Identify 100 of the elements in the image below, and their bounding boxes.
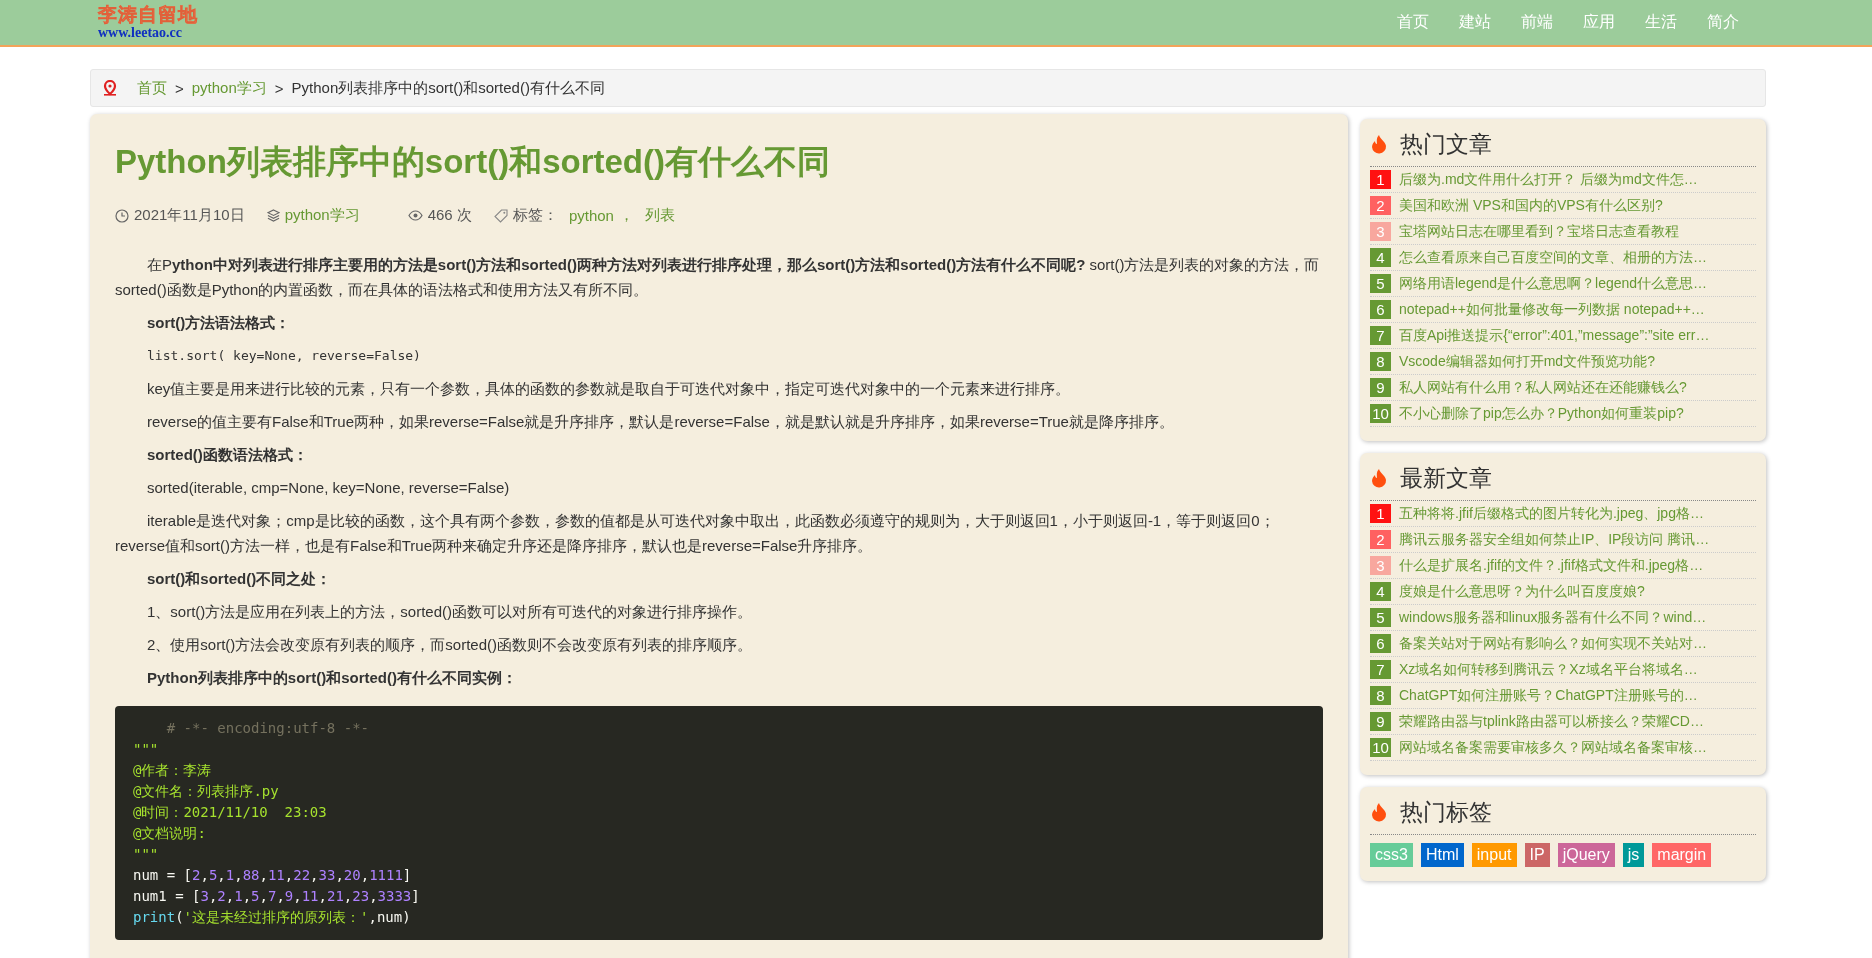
code-line: num1 = [3,2,1,5,7,9,11,21,23,3333] — [133, 887, 421, 906]
tag-chip[interactable]: margin — [1652, 843, 1712, 867]
rank-number: 2 — [1370, 196, 1391, 215]
paragraph: reverse的值主要有False和True两种，如果reverse=False就是升序排序，默认是reverse=False，就是默认就是升序排序，如果reverse=True就是降序排序。 — [146, 412, 1175, 432]
nav-link[interactable]: 建站 — [1444, 12, 1506, 33]
paragraph: 2、使用sort()方法会改变原有列表的顺序，而sorted()函数则不会改变原有列表的排序顺序。 — [146, 635, 754, 655]
tag-link[interactable]: 列表 — [644, 206, 675, 225]
article-link[interactable]: 2 美国和欧洲 VPS和国内的VPS有什么区别? — [1370, 193, 1756, 219]
flame-icon — [1370, 801, 1388, 824]
breadcrumb-current: Python列表排序中的sort()和sorted()有什么不同 — [291, 78, 605, 98]
rank-number: 1 — [1370, 504, 1391, 523]
nav-link[interactable]: 前端 — [1506, 12, 1568, 33]
paragraph: 1、sort()方法是应用在列表上的方法，sorted()函数可以对所有可迭代的对象进行排序操作。 — [146, 602, 754, 622]
section-heading: sorted()函数语法格式： — [146, 445, 309, 465]
breadcrumb-link[interactable]: python学习 — [191, 78, 267, 98]
code-line: print('这是未经过排序的原列表：',num) — [133, 908, 412, 927]
article-link[interactable]: 9 荣耀路由器与tplink路由器可以桥接么？荣耀CD… — [1370, 709, 1756, 735]
section-heading: Python列表排序中的sort()和sorted()有什么不同实例： — [146, 668, 518, 688]
section-heading: sort()方法语法格式： — [146, 313, 292, 333]
rank-number: 8 — [1370, 686, 1391, 705]
post-date: 2021年11月10日 — [134, 206, 245, 225]
article-link[interactable]: 3 宝塔网站日志在哪里看到？宝塔日志查看教程 — [1370, 219, 1756, 245]
widget-title: 热门文章 — [1400, 130, 1492, 159]
code-line: """ — [133, 845, 160, 864]
nav-link[interactable]: 简介 — [1692, 12, 1754, 33]
article-link[interactable]: 10 网站域名备案需要审核多久？网站域名备案审核… — [1370, 735, 1756, 761]
rank-number: 4 — [1370, 582, 1391, 601]
code-line: """ — [133, 740, 160, 759]
nav-link[interactable]: 生活 — [1630, 12, 1692, 33]
widget-title: 热门标签 — [1400, 798, 1492, 827]
tag-chip[interactable]: IP — [1524, 843, 1550, 867]
article-link[interactable]: 6 notepad++如何批量修改每一列数据 notepad++… — [1370, 297, 1756, 323]
clock-icon — [115, 208, 129, 223]
eye-icon — [407, 210, 423, 221]
paragraph: 在Python中对列表进行排序主要用的方法是sort()方法和sorted()两种方法对列表进行排序处理，那么sort()方法和sorted()方法有什么不同呢? sort()方法是列表的对象的方法，而sorted()函数是Python的内置函数，而在具体的语法格式和使用方法又有所不同。 — [115, 255, 1321, 300]
article-link[interactable]: 8 ChatGPT如何注册账号？ChatGPT注册账号的… — [1370, 683, 1756, 709]
article-link[interactable]: 7 百度Api推送提示{“error”:401,”message”:”site err… — [1370, 323, 1756, 349]
article-link[interactable]: 4 怎么查看原来自己百度空间的文章、相册的方法… — [1370, 245, 1756, 271]
code-line: # -*- encoding:utf-8 -*- — [165, 719, 370, 738]
code-snippet: list.sort( key=None, reverse=False) — [146, 347, 422, 365]
logo-url[interactable]: www.leetao.cc — [98, 26, 182, 40]
article-title: Python列表排序中的sort()和sorted()有什么不同 — [115, 142, 831, 182]
code-line: @时间：2021/11/10 23:03 — [133, 803, 328, 822]
tag-chip[interactable]: Html — [1420, 843, 1464, 867]
rank-number: 9 — [1370, 378, 1391, 397]
tag-icon — [493, 208, 508, 223]
article-link[interactable]: 2 腾讯云服务器安全组如何禁止IP、IP段访问 腾讯… — [1370, 527, 1756, 553]
rank-number: 1 — [1370, 170, 1391, 189]
rank-number: 6 — [1370, 300, 1391, 319]
layers-icon — [266, 209, 280, 222]
article-link[interactable]: 7 Xz域名如何转移到腾讯云？Xz域名平台将域名… — [1370, 657, 1756, 683]
tag-chip[interactable]: css3 — [1370, 843, 1413, 867]
rank-number: 6 — [1370, 634, 1391, 653]
paragraph: key值主要是用来进行比较的元素，只有一个参数，具体的函数的参数就是取自于可迭代对象中，指定可迭代对象中的一个元素来进行排序。 — [146, 379, 1072, 399]
article-link[interactable]: 10 不小心删除了pip怎么办？Python如何重装pip? — [1370, 401, 1756, 427]
rank-number: 5 — [1370, 274, 1391, 293]
rank-number: 7 — [1370, 660, 1391, 679]
code-line: @文件名：列表排序.py — [133, 782, 280, 801]
code-line: @作者：李涛 — [133, 761, 213, 780]
article-link[interactable]: 5 windows服务器和linux服务器有什么不同？wind… — [1370, 605, 1756, 631]
breadcrumb-separator: > — [175, 79, 184, 97]
rank-number: 2 — [1370, 530, 1391, 549]
tag-link[interactable]: python — [568, 207, 614, 224]
flame-icon — [1370, 467, 1388, 490]
location-pin-icon — [103, 80, 117, 96]
rank-number: 5 — [1370, 608, 1391, 627]
article-link[interactable]: 1 后缀为.md文件用什么打开？ 后缀为md文件怎… — [1370, 167, 1756, 193]
rank-number: 7 — [1370, 326, 1391, 345]
tag-separator: ， — [618, 206, 634, 225]
flame-icon — [1370, 133, 1388, 156]
article-link[interactable]: 3 什么是扩展名.jfif的文件？.jfif格式文件和.jpeg格… — [1370, 553, 1756, 579]
breadcrumb-link[interactable]: 首页 — [137, 78, 167, 98]
article-link[interactable]: 9 私人网站有什么用？私人网站还在还能赚钱么? — [1370, 375, 1756, 401]
rank-number: 3 — [1370, 222, 1391, 241]
tag-chip[interactable]: jQuery — [1557, 843, 1615, 867]
article-link[interactable]: 1 五种将将.jfif后缀格式的图片转化为.jpeg、jpg格… — [1370, 501, 1756, 527]
rank-number: 4 — [1370, 248, 1391, 267]
article-link[interactable]: 5 网络用语legend是什么意思啊？legend什么意思… — [1370, 271, 1756, 297]
nav-link[interactable]: 应用 — [1568, 12, 1630, 33]
paragraph: sorted(iterable, cmp=None, key=None, reverse=False) — [146, 478, 511, 498]
rank-number: 10 — [1370, 404, 1391, 423]
tags-label: 标签： — [512, 206, 558, 225]
tag-chip[interactable]: js — [1622, 843, 1645, 867]
article-link[interactable]: 8 Vscode编辑器如何打开md文件预览功能? — [1370, 349, 1756, 375]
article-link[interactable]: 4 度娘是什么意思呀？为什么叫百度度娘? — [1370, 579, 1756, 605]
rank-number: 8 — [1370, 352, 1391, 371]
view-count: 466 次 — [427, 206, 472, 225]
nav-link[interactable]: 首页 — [1382, 12, 1444, 33]
article-link[interactable]: 6 备案关站对于网站有影响么？如何实现不关站对… — [1370, 631, 1756, 657]
rank-number: 10 — [1370, 738, 1391, 757]
logo-title[interactable]: 李涛自留地 — [98, 5, 198, 24]
code-line: num = [2,5,1,88,11,22,33,20,1111] — [133, 866, 413, 885]
code-line: @文档说明: — [133, 824, 207, 843]
rank-number: 3 — [1370, 556, 1391, 575]
rank-number: 9 — [1370, 712, 1391, 731]
tag-chip[interactable]: input — [1471, 843, 1517, 867]
paragraph: iterable是迭代对象；cmp是比较的函数，这个具有两个参数，参数的值都是从可迭代对象中取出，此函数必须遵守的规则为，大于则返回1，小于则返回-1，等于则返回0；reverse值和sort()方法一样，也是有False和True两种来确定升序还是降序排序，默认也是reverse=False升序排序。 — [115, 511, 1276, 556]
breadcrumb-separator: > — [274, 79, 284, 97]
category-link[interactable]: python学习 — [284, 206, 360, 225]
section-heading: sort()和sorted()不同之处： — [146, 569, 333, 589]
